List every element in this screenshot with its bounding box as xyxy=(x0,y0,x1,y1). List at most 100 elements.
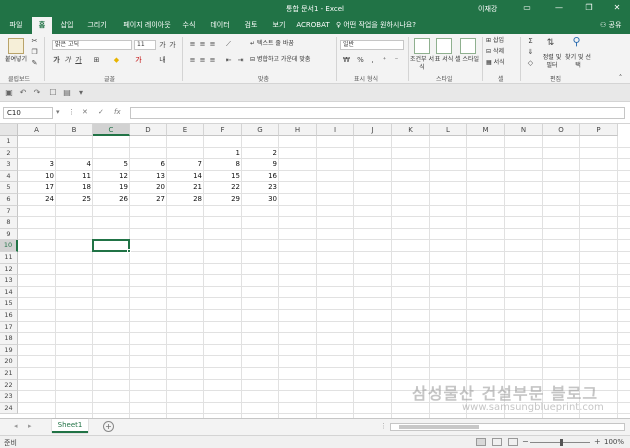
fill-handle[interactable] xyxy=(127,248,131,253)
table-format-icon[interactable] xyxy=(436,38,452,54)
enter-icon[interactable]: ✓ xyxy=(98,108,104,116)
number-format-select[interactable]: 일반 xyxy=(340,40,404,50)
row-header[interactable]: 12 xyxy=(0,263,18,276)
insert-cells-button[interactable]: ⊞ 삽입 xyxy=(486,37,520,45)
orientation-icon[interactable]: ⟋ xyxy=(224,40,233,48)
cell[interactable]: 25 xyxy=(56,194,93,206)
cell[interactable]: 24 xyxy=(18,194,56,206)
column-header[interactable]: I xyxy=(317,124,354,136)
align-top-icon[interactable]: ≡ xyxy=(188,40,197,48)
row-header[interactable]: 20 xyxy=(0,356,18,368)
zoom-slider-thumb[interactable] xyxy=(560,439,563,446)
touch-mode-icon[interactable]: ☐ xyxy=(48,88,58,98)
name-box[interactable]: C10 xyxy=(3,107,53,119)
cell[interactable]: 14 xyxy=(167,171,204,183)
row-header[interactable]: 14 xyxy=(0,286,18,299)
cell[interactable]: 27 xyxy=(130,194,167,206)
cell[interactable]: 19 xyxy=(93,182,130,194)
cell[interactable]: 30 xyxy=(242,194,279,206)
row-header[interactable]: 4 xyxy=(0,170,18,183)
indent-icon[interactable]: ⇤ xyxy=(224,56,233,64)
cancel-icon[interactable]: ✕ xyxy=(82,108,88,116)
align-middle-icon[interactable]: ≡ xyxy=(198,40,207,48)
active-cell[interactable] xyxy=(92,239,131,253)
cell[interactable]: 29 xyxy=(204,194,242,206)
table-format-button[interactable]: 표 서식 xyxy=(432,56,456,64)
row-header[interactable]: 8 xyxy=(0,217,18,229)
column-header[interactable]: C xyxy=(93,124,130,136)
tell-me-search[interactable]: ♀ 어떤 작업을 원하시나요? xyxy=(336,17,416,34)
row-header[interactable]: 15 xyxy=(0,298,18,310)
undo-icon[interactable]: ↶ xyxy=(18,88,28,98)
find-select-icon[interactable]: ⚲ xyxy=(572,36,581,47)
column-header[interactable]: J xyxy=(354,124,392,136)
autosum-icon[interactable]: Σ xyxy=(526,37,535,45)
fill-icon[interactable]: ⇓ xyxy=(526,48,535,56)
zoom-in-icon[interactable]: + xyxy=(594,437,601,446)
cell[interactable]: 7 xyxy=(167,159,204,171)
column-header[interactable]: N xyxy=(505,124,543,136)
column-header[interactable]: F xyxy=(204,124,242,136)
row-header[interactable]: 23 xyxy=(0,391,18,403)
align-left-icon[interactable]: ≡ xyxy=(188,56,197,64)
column-header[interactable]: B xyxy=(56,124,93,136)
column-header[interactable]: G xyxy=(242,124,279,136)
formula-input[interactable] xyxy=(130,107,625,119)
outdent-icon[interactable]: ⇥ xyxy=(236,56,245,64)
column-header[interactable]: M xyxy=(467,124,505,136)
prev-sheet-icon[interactable]: ◂ xyxy=(14,422,18,430)
clear-icon[interactable]: ◇ xyxy=(526,59,535,67)
cell[interactable]: 15 xyxy=(204,171,242,183)
column-header[interactable]: E xyxy=(167,124,204,136)
merge-center-button[interactable]: ⊟ 병합하고 가운데 맞춤 xyxy=(250,56,338,64)
cell[interactable]: 16 xyxy=(242,171,279,183)
tab-review[interactable]: 검토 xyxy=(240,17,262,34)
cell[interactable]: 22 xyxy=(204,182,242,194)
shrink-font-icon[interactable]: 가 xyxy=(168,41,177,49)
restore-button[interactable]: ❐ xyxy=(582,2,596,14)
collapse-ribbon-icon[interactable]: ˄ xyxy=(616,74,625,82)
paste-icon[interactable] xyxy=(8,38,24,54)
sheet-tab-sheet1[interactable]: Sheet1 xyxy=(52,419,88,433)
tab-page-layout[interactable]: 페이지 레이아웃 xyxy=(118,17,176,34)
add-sheet-button[interactable]: + xyxy=(103,421,114,432)
cell[interactable]: 3 xyxy=(18,159,56,171)
horizontal-scrollbar[interactable] xyxy=(390,423,625,431)
zoom-level[interactable]: 100% xyxy=(604,438,624,446)
accounting-icon[interactable]: ₩ xyxy=(342,56,351,64)
page-layout-view-icon[interactable] xyxy=(492,438,502,446)
row-header[interactable]: 10 xyxy=(0,240,18,252)
format-cells-button[interactable]: ▦ 서식 xyxy=(486,59,520,67)
row-header[interactable]: 7 xyxy=(0,205,18,218)
cell[interactable]: 1 xyxy=(204,148,242,160)
bold-icon[interactable]: 가 xyxy=(52,56,61,64)
border-icon[interactable]: ⊞ xyxy=(92,56,101,64)
row-header[interactable]: 22 xyxy=(0,379,18,392)
phonetic-icon[interactable]: 내 xyxy=(158,56,167,64)
cell[interactable]: 11 xyxy=(56,171,93,183)
cell[interactable]: 18 xyxy=(56,182,93,194)
print-preview-icon[interactable]: ▤ xyxy=(62,88,72,98)
tab-formulas[interactable]: 수식 xyxy=(178,17,200,34)
cell[interactable]: 17 xyxy=(18,182,56,194)
share-button[interactable]: ⚇ 공유 xyxy=(600,17,621,34)
column-header[interactable]: K xyxy=(392,124,430,136)
user-name[interactable]: 이재강 xyxy=(478,4,497,14)
align-bottom-icon[interactable]: ≡ xyxy=(208,40,217,48)
tab-acrobat[interactable]: ACROBAT xyxy=(296,17,330,34)
ribbon-display-icon[interactable]: ▭ xyxy=(520,2,534,14)
tab-view[interactable]: 보기 xyxy=(268,17,290,34)
row-header[interactable]: 11 xyxy=(0,252,18,264)
namebox-dropdown-icon[interactable]: ▾ xyxy=(56,108,60,116)
comma-icon[interactable]: , xyxy=(368,56,377,64)
row-header[interactable]: 16 xyxy=(0,310,18,322)
insert-function-icon[interactable]: fx xyxy=(114,108,121,116)
format-painter-icon[interactable]: ✎ xyxy=(30,59,39,67)
customize-toolbar-icon[interactable]: ▾ xyxy=(76,88,86,98)
row-header[interactable]: 5 xyxy=(0,182,18,194)
cell[interactable]: 12 xyxy=(93,171,130,183)
row-header[interactable]: 13 xyxy=(0,275,18,287)
cell[interactable]: 5 xyxy=(93,159,130,171)
row-header[interactable]: 9 xyxy=(0,228,18,241)
fill-color-icon[interactable]: ◆ xyxy=(112,56,121,64)
